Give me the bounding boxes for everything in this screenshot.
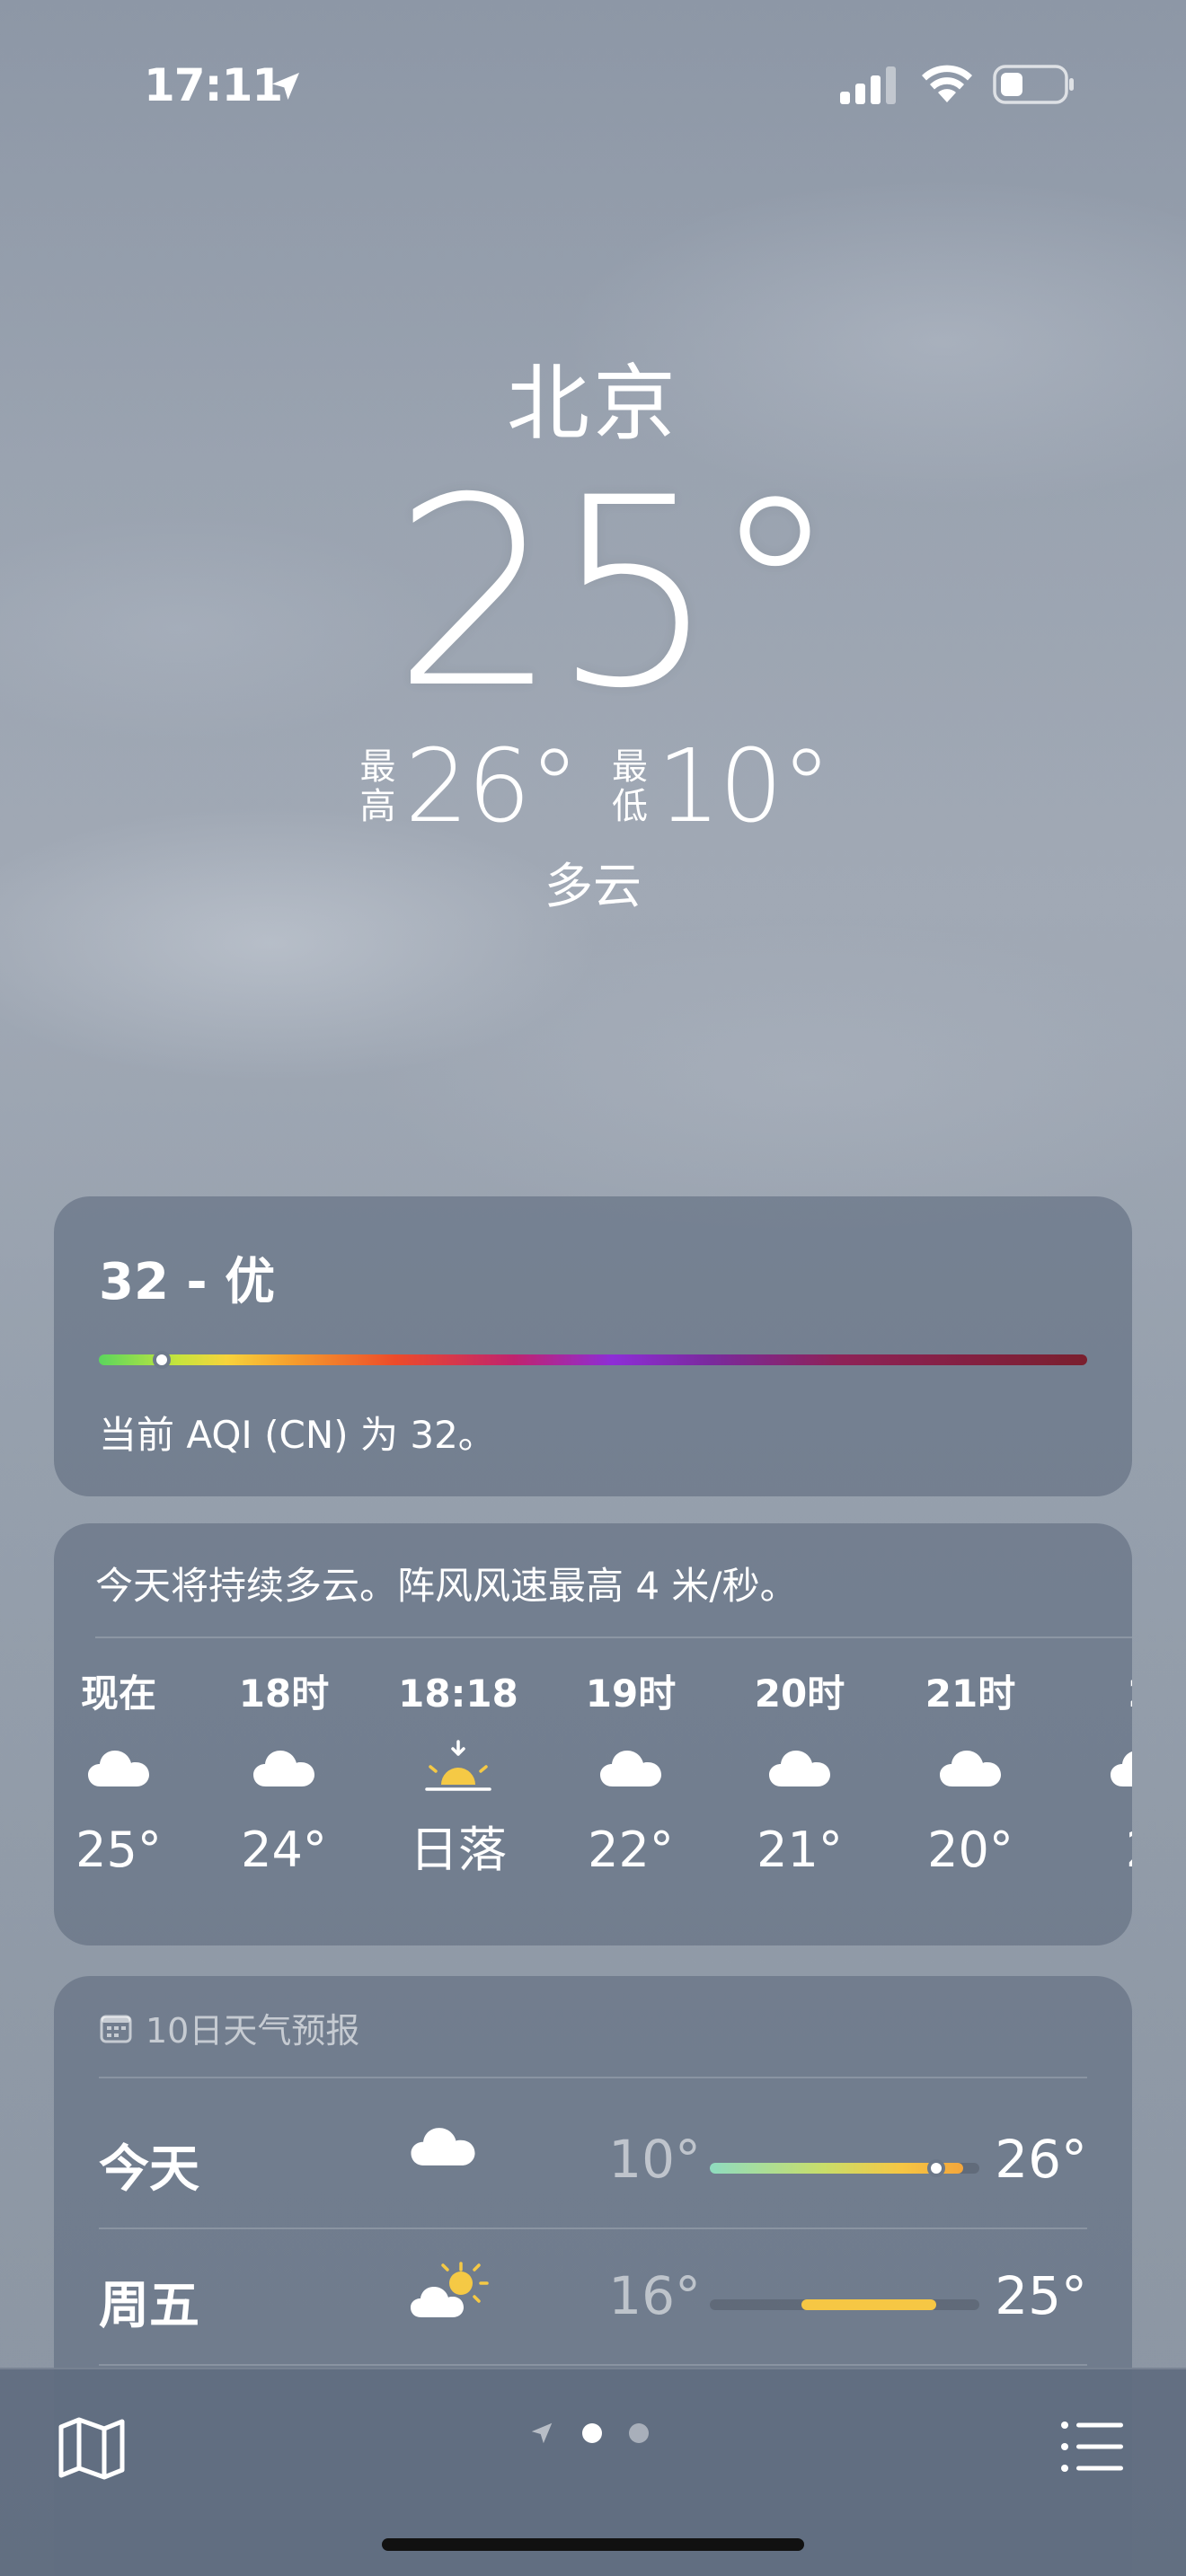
divider xyxy=(99,2077,1087,2078)
current-temperature: 25° xyxy=(392,443,840,745)
aqi-marker xyxy=(153,1351,172,1369)
high-label: 最高 xyxy=(356,747,399,826)
hour-label: 18:18 xyxy=(398,1672,518,1716)
hour-temperature: 日落 xyxy=(410,1822,507,1878)
battery-icon xyxy=(993,65,1074,104)
high-low-temperatures: 最高 26° 最低 10° xyxy=(0,728,1186,845)
temperature-range-fill xyxy=(801,2299,936,2310)
location-services-icon xyxy=(272,73,299,100)
wifi-icon xyxy=(922,65,972,102)
hour-label: 2 xyxy=(1065,1665,1132,1723)
sunset-icon xyxy=(382,1732,535,1804)
weather-condition: 多云 xyxy=(544,858,642,914)
partly-sunny-icon xyxy=(409,2262,491,2323)
temperature-range-bar xyxy=(710,2159,979,2177)
hour-temperature: 2 xyxy=(1065,1814,1132,1886)
aqi-title: 32 - 优 xyxy=(99,1253,276,1311)
forecast-high: 26° xyxy=(995,2129,1087,2190)
cellular-signal-icon xyxy=(840,66,896,104)
home-indicator[interactable] xyxy=(382,2538,804,2551)
hourly-forecast-card[interactable]: 今天将持续多云。阵风风速最高 4 米/秒。 现在 25° 18时 24° 18:18 日落… xyxy=(54,1523,1132,1945)
aqi-description: 当前 AQI (CN) 为 32。 xyxy=(99,1413,496,1457)
high-temperature: 26° xyxy=(404,728,580,845)
temperature-range-bar xyxy=(710,2299,979,2310)
hour-temperature: 22° xyxy=(588,1822,674,1878)
status-time: 17:11 xyxy=(144,59,283,111)
status-bar: 17:11 xyxy=(0,54,1186,117)
hourly-item: 现在 25° xyxy=(54,1665,195,1886)
hourly-item: 22 xyxy=(1065,1665,1132,1886)
forecast-low: 10° xyxy=(608,2129,701,2190)
calendar-icon xyxy=(100,2015,132,2042)
cloud-icon xyxy=(208,1732,360,1804)
hourly-summary: 今天将持续多云。阵风风速最高 4 米/秒。 xyxy=(95,1564,798,1608)
divider xyxy=(95,1636,1132,1638)
page-indicator[interactable] xyxy=(528,2420,649,2447)
hour-temperature: 21° xyxy=(757,1822,843,1878)
current-temperature-marker xyxy=(927,2159,945,2177)
hourly-item: 19时 22° xyxy=(554,1665,707,1886)
hourly-item: 21时 20° xyxy=(894,1665,1047,1886)
page-dot-active[interactable] xyxy=(582,2423,602,2443)
hourly-item: 18:18 日落 xyxy=(382,1665,535,1886)
cloud-icon xyxy=(409,2125,477,2171)
hour-temperature: 20° xyxy=(927,1822,1013,1878)
air-quality-card[interactable]: 32 - 优 当前 AQI (CN) 为 32。 xyxy=(54,1196,1132,1496)
hour-label: 19时 xyxy=(585,1672,677,1716)
aqi-scale-bar xyxy=(99,1351,1087,1369)
city-name: 北京 xyxy=(506,356,679,452)
hour-label: 20时 xyxy=(754,1672,845,1716)
forecast-header: 10日天气预报 xyxy=(99,2003,359,2052)
page-dot[interactable] xyxy=(629,2423,649,2443)
hour-temperature: 25° xyxy=(75,1822,162,1878)
cloud-icon xyxy=(894,1732,1047,1804)
low-label: 最低 xyxy=(608,747,651,826)
forecast-header-label: 10日天气预报 xyxy=(146,2011,360,2051)
hour-temperature: 24° xyxy=(241,1822,327,1878)
hour-label: 18时 xyxy=(238,1672,330,1716)
hourly-item: 20时 21° xyxy=(723,1665,876,1886)
hour-label: 21时 xyxy=(925,1672,1016,1716)
location-arrow-icon[interactable] xyxy=(528,2420,555,2447)
temperature-range-fill xyxy=(710,2163,963,2174)
cloud-icon xyxy=(1065,1732,1132,1804)
divider xyxy=(99,2364,1087,2366)
hour-label: 现在 xyxy=(80,1672,156,1716)
forecast-low: 16° xyxy=(608,2265,701,2326)
forecast-high: 25° xyxy=(995,2265,1087,2326)
forecast-row[interactable]: 今天 10° 26° xyxy=(99,2093,1087,2228)
forecast-day: 今天 xyxy=(99,2140,199,2199)
low-temperature: 10° xyxy=(657,728,832,845)
low-label-text: 最低 xyxy=(612,746,648,827)
list-icon[interactable] xyxy=(1060,2420,1125,2474)
cloud-icon xyxy=(554,1732,707,1804)
current-weather: 北京 25° 最高 26° 最低 10° 多云 xyxy=(0,350,1186,917)
forecast-row[interactable]: 周五 16° 25° xyxy=(99,2229,1087,2364)
hourly-item: 18时 24° xyxy=(208,1665,360,1886)
high-temperature-group: 最高 26° xyxy=(356,728,580,845)
cloud-icon xyxy=(54,1732,195,1804)
low-temperature-group: 最低 10° xyxy=(608,728,832,845)
forecast-day: 周五 xyxy=(99,2277,199,2335)
map-icon[interactable] xyxy=(56,2414,128,2483)
high-label-text: 最高 xyxy=(359,746,396,827)
cloud-icon xyxy=(723,1732,876,1804)
